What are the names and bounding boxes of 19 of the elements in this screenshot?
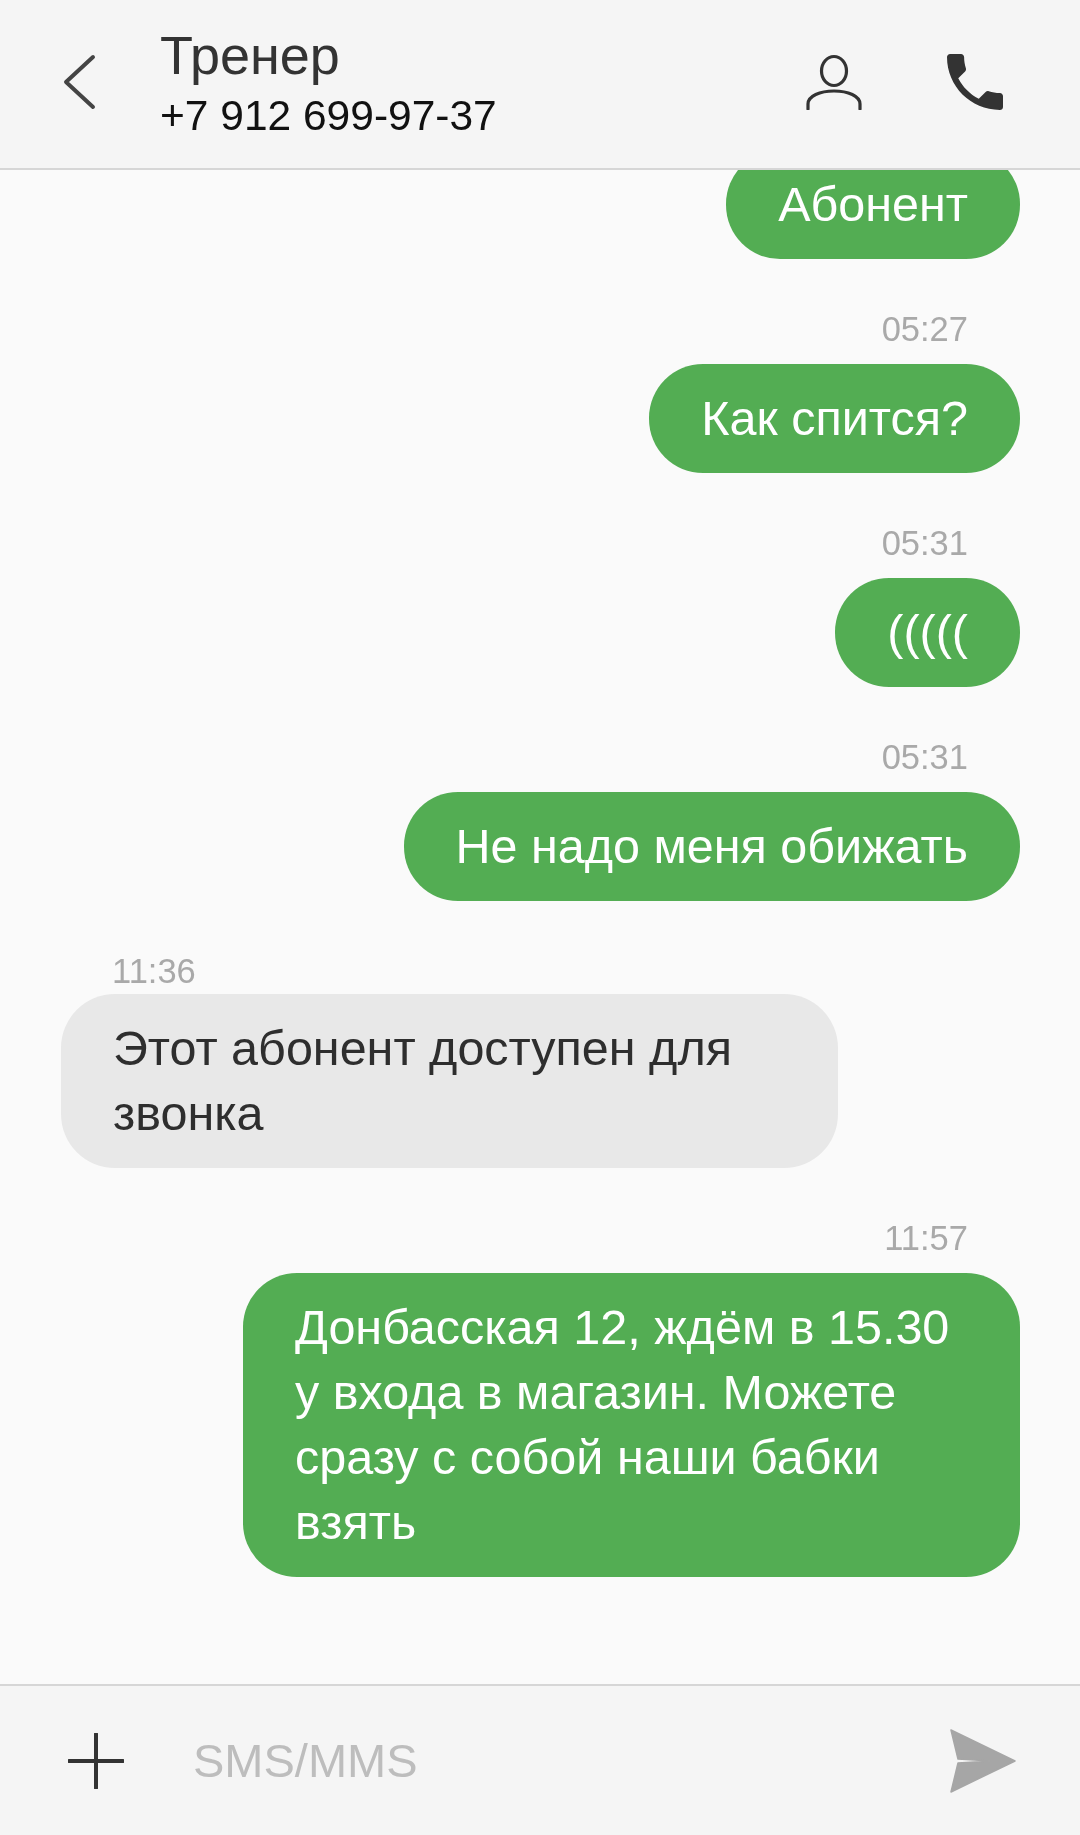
incoming-message-bubble: Этот абонент доступен для звонка xyxy=(61,994,838,1168)
person-icon xyxy=(806,54,862,110)
timestamp: 05:31 xyxy=(881,737,968,777)
message-input[interactable]: SMS/MMS xyxy=(193,1732,915,1789)
phone-number: +7 912 699-97-37 xyxy=(160,92,498,140)
timestamp: 11:36 xyxy=(112,951,196,991)
timestamp: 11:57 xyxy=(884,1218,968,1258)
plus-icon xyxy=(68,1732,124,1789)
send-icon xyxy=(950,1728,1016,1793)
outgoing-message-bubble: Не надо меня обижать xyxy=(403,792,1020,901)
outgoing-message-bubble: Как спится? xyxy=(649,364,1020,473)
outgoing-message-bubble: Донбасская 12, ждём в 15.30 у входа в магазин. Можете сразу с собой наши бабки взять xyxy=(243,1273,1020,1577)
timestamp: 05:27 xyxy=(881,309,968,349)
outgoing-message-bubble: Абонент xyxy=(726,170,1020,259)
phone-icon xyxy=(947,54,1003,110)
contact-name: Тренер xyxy=(160,25,341,85)
back-icon xyxy=(62,54,96,110)
outgoing-message-bubble: ((((( xyxy=(835,578,1020,687)
timestamp: 05:31 xyxy=(881,523,968,563)
